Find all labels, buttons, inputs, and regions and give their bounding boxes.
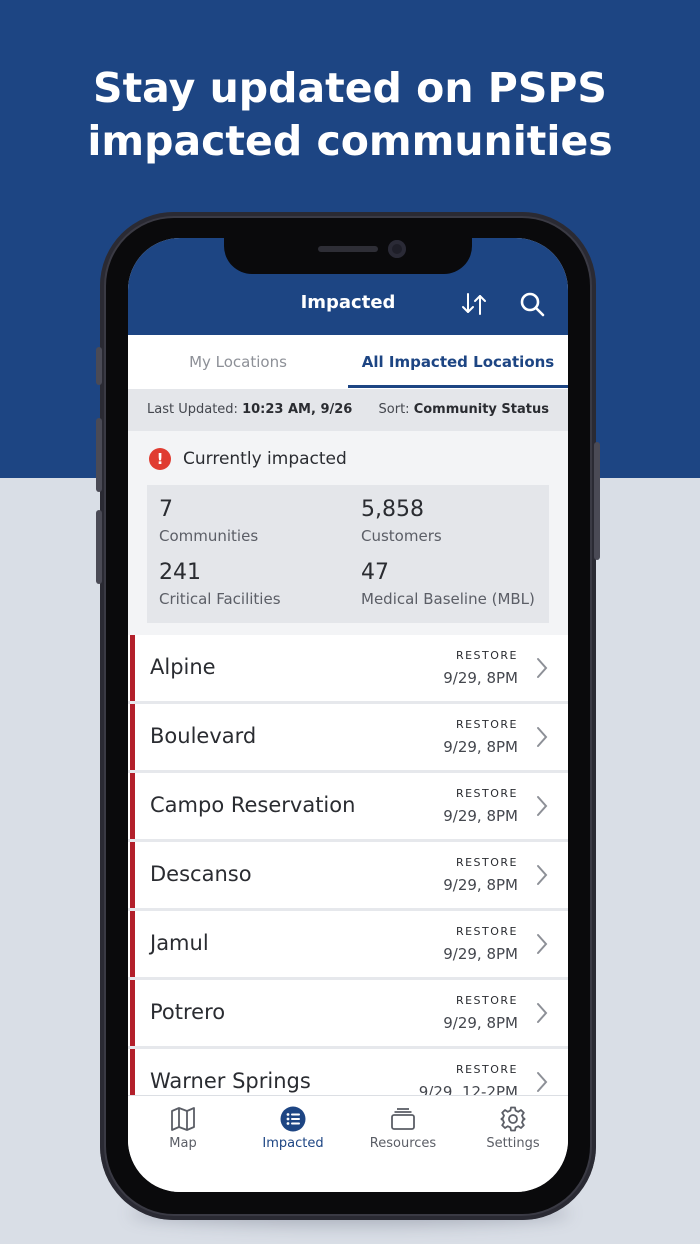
impact-indicator <box>130 773 135 839</box>
sort-arrows-icon[interactable] <box>458 288 490 320</box>
app-bar-title: Impacted <box>300 292 396 313</box>
restore-label: RESTORE <box>455 1063 518 1076</box>
location-tabs: My Locations All Impacted Locations <box>128 335 568 389</box>
impact-indicator <box>130 911 135 977</box>
community-list[interactable]: Alpine RESTORE 9/29, 8PM Boulevard RESTO… <box>128 635 568 1095</box>
community-row-alpine[interactable]: Alpine RESTORE 9/29, 8PM <box>128 635 568 701</box>
restore-time: 9/29, 8PM <box>443 945 518 963</box>
nav-settings[interactable]: Settings <box>458 1096 568 1192</box>
stat-value: 47 <box>361 560 389 585</box>
community-row-warner-springs[interactable]: Warner Springs RESTORE 9/29, 12-2PM <box>128 1049 568 1095</box>
restore-time: 9/29, 8PM <box>443 738 518 756</box>
stat-label: Customers <box>361 527 442 545</box>
headline-line-1: Stay updated on PSPS <box>93 64 607 112</box>
sort-value: Community Status <box>413 402 549 417</box>
impact-status: Currently impacted <box>183 449 347 469</box>
chevron-right-icon <box>537 1072 548 1092</box>
impact-indicator <box>130 704 135 770</box>
stat-value: 7 <box>159 497 173 522</box>
nav-resources[interactable]: Resources <box>348 1096 458 1192</box>
restore-label: RESTORE <box>455 649 518 662</box>
chevron-right-icon <box>537 865 548 885</box>
chevron-right-icon <box>537 1003 548 1023</box>
front-camera <box>388 240 406 258</box>
impact-indicator <box>130 1049 135 1095</box>
stat-customers: 5,858 Customers <box>361 497 442 547</box>
community-row-descanso[interactable]: Descanso RESTORE 9/29, 8PM <box>128 842 568 908</box>
last-updated-value: 10:23 AM, 9/26 <box>242 402 353 417</box>
community-name: Boulevard <box>150 724 257 748</box>
community-name: Alpine <box>150 655 216 679</box>
restore-time: 9/29, 8PM <box>443 669 518 687</box>
chevron-right-icon <box>537 727 548 747</box>
community-name: Jamul <box>150 931 209 955</box>
stat-label: Communities <box>159 527 259 545</box>
restore-label: RESTORE <box>455 925 518 938</box>
stat-critical-facilities: 241 Critical Facilities <box>159 560 281 610</box>
alert-icon: ! <box>149 448 171 470</box>
nav-map[interactable]: Map <box>128 1096 238 1192</box>
sort-control[interactable]: Sort: Community Status <box>379 402 549 417</box>
nav-impacted[interactable]: Impacted <box>238 1096 348 1192</box>
community-row-campo-reservation[interactable]: Campo Reservation RESTORE 9/29, 8PM <box>128 773 568 839</box>
stat-value: 241 <box>159 560 201 585</box>
phone-volume-up-button <box>96 418 102 492</box>
impact-summary: ! Currently impacted 7 Communities 5,858… <box>128 431 568 635</box>
phone-screen: Impacted My Locations All Impacted Locat… <box>128 238 568 1192</box>
headline-line-2: impacted communities <box>87 117 613 165</box>
impact-indicator <box>130 980 135 1046</box>
stat-communities: 7 Communities <box>159 497 258 547</box>
community-row-jamul[interactable]: Jamul RESTORE 9/29, 8PM <box>128 911 568 977</box>
restore-label: RESTORE <box>455 718 518 731</box>
bottom-navigation: Map Impacted Resources Settings <box>128 1095 568 1192</box>
active-tab-indicator <box>348 385 568 388</box>
last-updated-label: Last Updated: <box>147 402 238 417</box>
nav-label: Resources <box>369 1136 437 1151</box>
restore-label: RESTORE <box>455 994 518 1007</box>
impact-indicator <box>130 635 135 701</box>
nav-label: Impacted <box>262 1136 324 1151</box>
restore-time: 9/29, 8PM <box>443 876 518 894</box>
community-row-boulevard[interactable]: Boulevard RESTORE 9/29, 8PM <box>128 704 568 770</box>
restore-time: 9/29, 12-2PM <box>418 1083 518 1095</box>
restore-label: RESTORE <box>455 856 518 869</box>
map-icon <box>171 1107 195 1131</box>
community-row-potrero[interactable]: Potrero RESTORE 9/29, 8PM <box>128 980 568 1046</box>
restore-time: 9/29, 8PM <box>443 1014 518 1032</box>
gear-icon <box>500 1106 526 1132</box>
update-sort-bar: Last Updated: 10:23 AM, 9/26 Sort: Commu… <box>128 389 568 431</box>
community-name: Campo Reservation <box>150 793 356 817</box>
impact-indicator <box>130 842 135 908</box>
speaker-grille <box>318 246 378 252</box>
restore-label: RESTORE <box>455 787 518 800</box>
tab-all-impacted-locations[interactable]: All Impacted Locations <box>348 335 568 389</box>
last-updated: Last Updated: 10:23 AM, 9/26 <box>147 402 352 417</box>
stat-label: Medical Baseline (MBL) <box>361 590 535 608</box>
phone-notch <box>224 238 472 274</box>
restore-time: 9/29, 8PM <box>443 807 518 825</box>
nav-label: Map <box>169 1136 197 1151</box>
chevron-right-icon <box>537 934 548 954</box>
stat-value: 5,858 <box>361 497 424 522</box>
list-icon <box>280 1106 306 1132</box>
cards-icon <box>391 1108 415 1130</box>
phone-mute-button <box>96 347 102 385</box>
community-name: Potrero <box>150 1000 226 1024</box>
phone-power-button <box>594 442 600 560</box>
search-icon[interactable] <box>516 288 548 320</box>
phone-volume-down-button <box>96 510 102 584</box>
community-name: Descanso <box>150 862 252 886</box>
tab-my-locations[interactable]: My Locations <box>128 335 348 389</box>
nav-label: Settings <box>486 1136 540 1151</box>
community-name: Warner Springs <box>150 1069 311 1093</box>
sort-label: Sort: <box>378 402 410 417</box>
stat-medical-baseline: 47 Medical Baseline (MBL) <box>361 560 535 610</box>
stat-label: Critical Facilities <box>159 590 281 608</box>
promo-headline: Stay updated on PSPS impacted communitie… <box>0 62 700 168</box>
stats-box: 7 Communities 5,858 Customers 241 Critic… <box>147 485 549 623</box>
chevron-right-icon <box>537 796 548 816</box>
chevron-right-icon <box>537 658 548 678</box>
